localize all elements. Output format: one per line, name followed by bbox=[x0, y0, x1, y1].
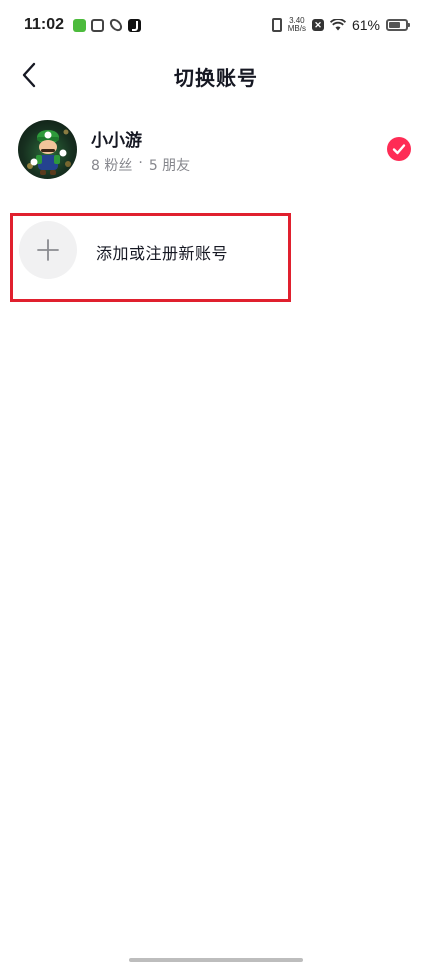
home-indicator[interactable] bbox=[129, 958, 303, 962]
friend-count: 5 朋友 bbox=[148, 158, 191, 174]
link-icon bbox=[107, 16, 125, 34]
status-bar: 11:02 3.40 MB/s ✕ 61% bbox=[0, 0, 432, 50]
tiktok-icon bbox=[128, 18, 142, 32]
battery-fill bbox=[389, 22, 400, 28]
follower-count: 8 粉丝 bbox=[91, 158, 133, 174]
account-name: 小小游 bbox=[91, 131, 142, 151]
avatar-image bbox=[27, 129, 71, 175]
status-right: 3.40 MB/s ✕ 61% bbox=[271, 17, 410, 33]
close-box-icon: ✕ bbox=[311, 19, 324, 31]
battery-icon bbox=[386, 19, 410, 31]
add-account-label: 添加或注册新账号 bbox=[96, 244, 229, 263]
checkmark-icon bbox=[392, 144, 406, 155]
network-speed: 3.40 MB/s bbox=[288, 17, 306, 33]
status-left: 11:02 bbox=[24, 16, 142, 34]
account-item[interactable]: 小小游 8 粉丝 · 5 朋友 bbox=[0, 112, 432, 186]
avatar bbox=[18, 120, 77, 179]
box-icon bbox=[91, 18, 105, 32]
account-stats: 8 粉丝 · 5 朋友 bbox=[91, 155, 190, 175]
wifi-icon bbox=[329, 19, 346, 31]
network-speed-unit: MB/s bbox=[287, 24, 306, 33]
app-green-icon bbox=[73, 18, 87, 32]
page-title: 切换账号 bbox=[174, 66, 258, 90]
selected-check-icon bbox=[387, 137, 411, 161]
add-account-button[interactable]: 添加或注册新账号 bbox=[14, 216, 288, 298]
plus-icon bbox=[37, 239, 59, 261]
nav-bar: 切换账号 bbox=[0, 50, 432, 100]
vibrate-icon bbox=[271, 18, 282, 32]
switch-account-screen: 11:02 3.40 MB/s ✕ 61% 切换账号 小小游 8 粉丝 · 5 … bbox=[0, 0, 432, 964]
add-account-circle bbox=[19, 221, 77, 279]
status-time: 11:02 bbox=[24, 16, 65, 33]
stats-separator: · bbox=[138, 155, 143, 171]
battery-percent: 61% bbox=[351, 17, 380, 33]
